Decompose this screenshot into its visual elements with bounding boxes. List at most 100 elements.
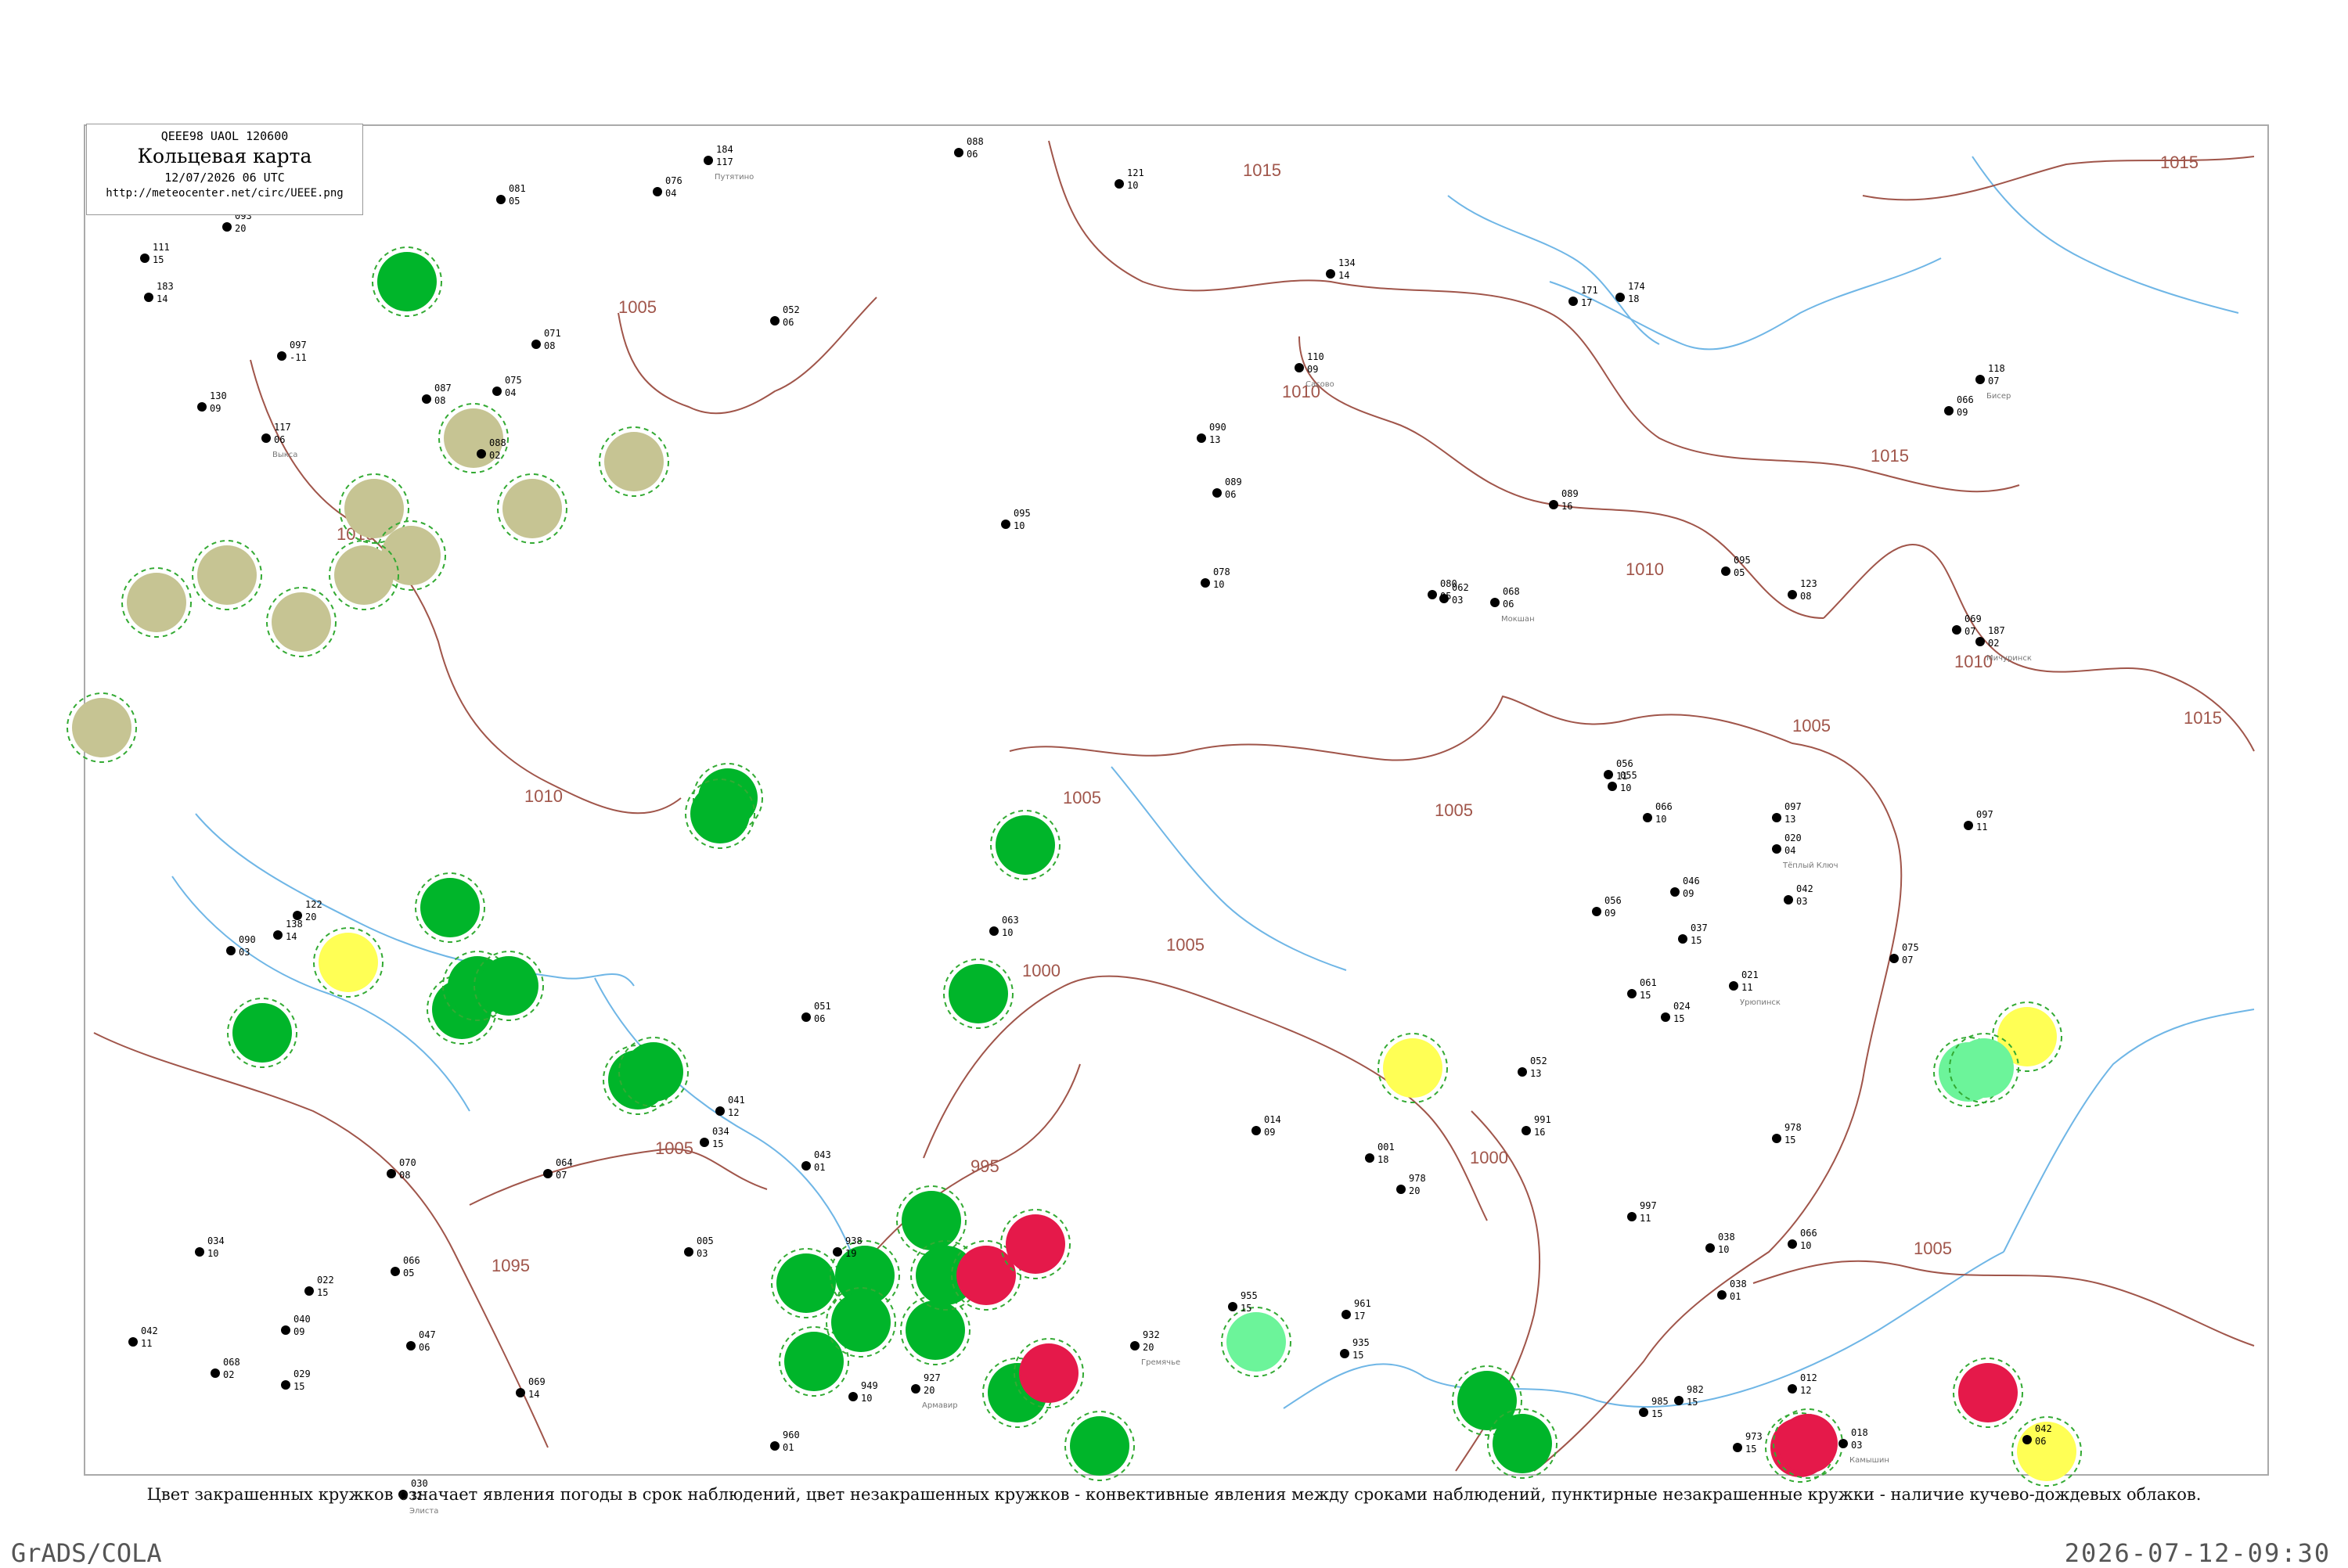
pressure-value: 047 (419, 1329, 436, 1340)
isobar-label: 1010 (524, 786, 563, 806)
station-marker (387, 1169, 396, 1178)
station-marker (531, 340, 541, 349)
rain-ring (377, 252, 437, 311)
pressure-value: 111 (153, 242, 170, 253)
station-marker (1197, 433, 1206, 443)
temperature-value: 13 (1784, 814, 1795, 825)
rain-ring (479, 956, 538, 1016)
thunder-ring (1006, 1214, 1065, 1274)
rain-ring (902, 1191, 961, 1250)
station-marker (770, 316, 780, 325)
temperature-value: 10 (1800, 1240, 1811, 1251)
rain-ring (690, 784, 750, 843)
station-marker (1889, 954, 1899, 963)
fog-ring (344, 479, 404, 538)
station-marker (1490, 598, 1500, 607)
temperature-value: 16 (1561, 501, 1572, 512)
pressure-value: 935 (1352, 1337, 1370, 1348)
map-url[interactable]: http://meteocenter.net/circ/UEEE.png (87, 187, 362, 200)
temperature-value: 15 (1687, 1397, 1698, 1408)
pressure-value: 075 (1902, 942, 1919, 953)
temperature-value: 20 (305, 912, 316, 922)
pressure-value: 046 (1683, 876, 1700, 886)
temperature-value: 04 (505, 387, 516, 398)
station-marker (1365, 1153, 1374, 1163)
pressure-value: 973 (1745, 1431, 1763, 1442)
rain-ring (1493, 1414, 1552, 1473)
pressure-value: 097 (290, 340, 307, 351)
station-marker (1130, 1341, 1140, 1350)
station-marker (1549, 500, 1558, 509)
map-title: Кольцевая карта (137, 145, 312, 167)
pressure-value: 184 (716, 144, 733, 155)
fog-ring (197, 545, 257, 605)
isobar-label: 1010 (1626, 559, 1664, 579)
pressure-value: 066 (1655, 801, 1673, 812)
temperature-value: 06 (2035, 1436, 2046, 1447)
station-marker (1772, 844, 1781, 854)
temperature-value: 15 (1640, 990, 1651, 1001)
pressure-value: 174 (1628, 281, 1645, 292)
temperature-value: 14 (286, 931, 297, 942)
station-name: Элиста (409, 1507, 438, 1516)
isobar-label: 1005 (618, 297, 657, 317)
temperature-value: 15 (1651, 1408, 1662, 1419)
station-marker (1944, 406, 1954, 415)
station-marker (1784, 895, 1793, 904)
temperature-value: 15 (1745, 1444, 1756, 1455)
station-marker (954, 148, 963, 157)
temperature-value: 03 (1851, 1440, 1862, 1451)
rain-ring (1070, 1416, 1129, 1476)
pressure-value: 985 (1651, 1396, 1669, 1407)
pressure-value: 018 (1851, 1427, 1868, 1438)
pressure-value: 097 (1784, 801, 1802, 812)
temperature-value: 04 (665, 188, 676, 199)
station-marker (496, 195, 506, 204)
temperature-value: 19 (845, 1248, 856, 1259)
temperature-value: -11 (290, 352, 307, 363)
temperature-value: 03 (239, 947, 250, 958)
pressure-value: 121 (1127, 167, 1144, 178)
pressure-value: 171 (1581, 285, 1598, 296)
temperature-value: 20 (1409, 1185, 1420, 1196)
station-marker (1788, 590, 1797, 599)
isobar-label: 1015 (2184, 708, 2222, 728)
pressure-value: 055 (1620, 770, 1637, 781)
temperature-value: 03 (697, 1248, 708, 1259)
pressure-value: 069 (1964, 613, 1982, 624)
temperature-value: 14 (157, 293, 167, 304)
station-marker (1201, 578, 1210, 588)
pressure-value: 070 (399, 1157, 416, 1168)
rain-ring (784, 1332, 844, 1391)
pressure-value: 066 (403, 1255, 420, 1266)
station-name: Сасово (1305, 380, 1334, 389)
temperature-value: 10 (207, 1248, 218, 1259)
station-marker (833, 1247, 842, 1257)
station-marker (281, 1325, 290, 1335)
station-marker (1705, 1243, 1715, 1253)
station-marker (492, 387, 502, 396)
station-marker (715, 1106, 725, 1116)
pressure-value: 122 (305, 899, 322, 910)
station-marker (1661, 1012, 1670, 1022)
pressure-value: 095 (1734, 555, 1751, 566)
temperature-value: 15 (1691, 935, 1702, 946)
pressure-value: 022 (317, 1275, 334, 1286)
station-marker (140, 254, 149, 263)
temperature-value: 13 (1209, 434, 1220, 445)
pressure-value: 001 (1377, 1142, 1395, 1153)
pressure-value: 040 (294, 1314, 311, 1325)
temperature-value: 09 (1683, 888, 1694, 899)
station-marker (477, 449, 486, 459)
station-marker (1340, 1349, 1349, 1358)
software-credit: GrADS/COLA (11, 1538, 162, 1568)
station-marker (226, 946, 236, 955)
temperature-value: 20 (1143, 1342, 1154, 1353)
station-marker (1674, 1396, 1684, 1405)
station-marker (1643, 813, 1652, 822)
pressure-value: 078 (1213, 566, 1230, 577)
station-marker (144, 293, 153, 302)
temperature-value: 01 (1730, 1291, 1741, 1302)
station-marker (1615, 293, 1625, 302)
rain-ring (949, 964, 1008, 1023)
